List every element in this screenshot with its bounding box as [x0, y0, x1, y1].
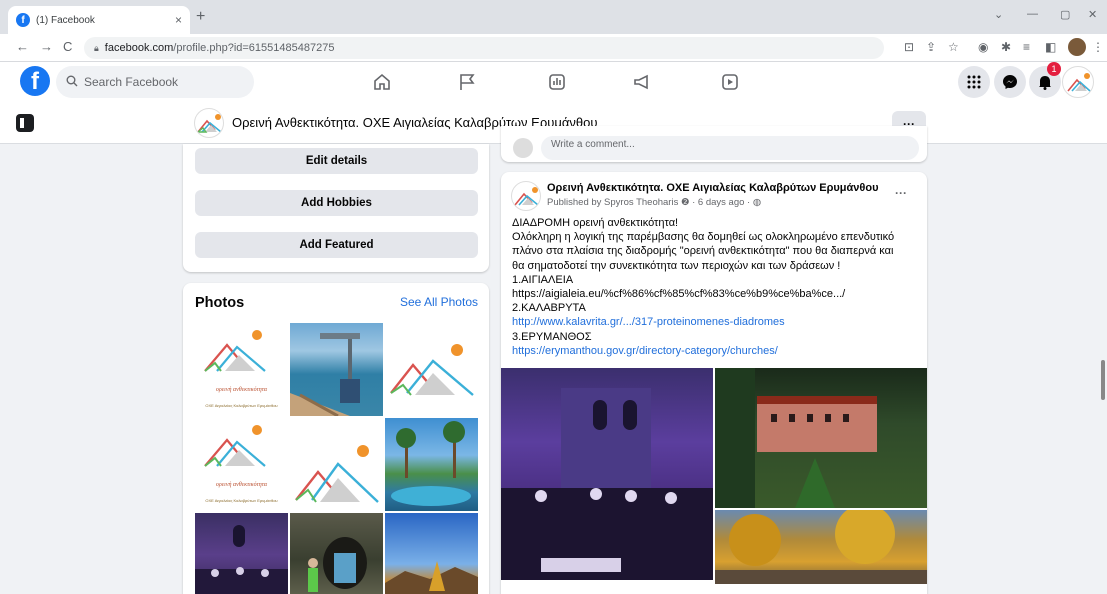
- tab-close-icon[interactable]: ×: [175, 13, 182, 27]
- browser-profile-avatar[interactable]: [1068, 38, 1086, 56]
- reload-button[interactable]: C: [63, 39, 72, 54]
- photo-caption-1: ορεινή ανθεκτικότητα: [215, 387, 268, 393]
- facebook-favicon-icon: f: [16, 13, 30, 27]
- home-icon[interactable]: [370, 70, 394, 94]
- photo-beach-chair[interactable]: [290, 323, 383, 416]
- add-featured-button[interactable]: Add Featured: [195, 232, 478, 258]
- window-maximize-button[interactable]: ▢: [1060, 8, 1070, 21]
- photo-logo-3[interactable]: ορεινή ανθεκτικότητα ΟΧΕ Αιγιαλείας Καλα…: [195, 418, 288, 511]
- photo-train-tunnel[interactable]: [290, 513, 383, 594]
- post-author-avatar[interactable]: [511, 181, 541, 211]
- photos-heading: Photos: [195, 295, 245, 311]
- facebook-header: f Search Facebook: [0, 62, 1107, 102]
- previous-post-comment-card: Write a comment...: [501, 126, 927, 162]
- photo-logo-1[interactable]: ορεινή ανθεκτικότητα ΟΧΕ Αιγιαλείας Καλα…: [195, 323, 288, 416]
- post-line: ΔΙΑΔΡΟΜΗ ορεινή ανθεκτικότητα!: [512, 217, 679, 229]
- photo-logo-4[interactable]: [290, 418, 383, 511]
- ads-icon[interactable]: [545, 70, 569, 94]
- post-meta: Published by Spyros Theoharis ❷ · 6 days…: [547, 197, 762, 208]
- post-line: θα σηματοδοτεί την συνεκτικότητα των περ…: [512, 259, 841, 272]
- post-photo-autumn[interactable]: [715, 510, 927, 584]
- sidebar-toggle-icon[interactable]: [16, 114, 34, 132]
- post-line: Ολόκληρη η λογική της παρέμβασης θα δομη…: [512, 231, 895, 244]
- messenger-icon[interactable]: [994, 66, 1026, 98]
- video-icon[interactable]: [718, 70, 742, 94]
- side-panel-icon[interactable]: ◧: [1045, 40, 1056, 54]
- photo-autumn-mountain[interactable]: [385, 513, 478, 594]
- photo-caption-3: ορεινή ανθεκτικότητα: [215, 482, 268, 488]
- profile-logo-avatar[interactable]: [194, 108, 224, 138]
- post-photo-concert[interactable]: [501, 368, 713, 580]
- photo-logo-2[interactable]: [385, 323, 478, 416]
- browser-toolbar: ← → C 🔒︎ facebook.com /profile.php?id=61…: [0, 34, 1107, 62]
- extension-icon[interactable]: ◉: [978, 40, 988, 54]
- lock-icon: 🔒︎: [94, 42, 99, 53]
- browser-tab-bar: f (1) Facebook × + ⌄ — ▢ ✕: [0, 0, 1107, 34]
- browser-tab[interactable]: f (1) Facebook ×: [8, 6, 190, 34]
- forward-button[interactable]: →: [40, 39, 53, 54]
- see-all-photos-link[interactable]: See All Photos: [400, 295, 478, 309]
- flag-icon[interactable]: [455, 70, 479, 94]
- google-lens-icon[interactable]: ⊡: [904, 40, 914, 54]
- post-line: 2.ΚΑΛΑΒΡΥΤΑ: [512, 302, 586, 315]
- post-body: ΔΙΑΔΡΟΜΗ ορεινή ανθεκτικότητα! Ολόκληρη …: [512, 216, 920, 358]
- puzzle-extensions-icon[interactable]: ✱: [1001, 40, 1011, 54]
- share-icon[interactable]: ⇪: [926, 40, 936, 54]
- account-avatar[interactable]: [1062, 66, 1094, 98]
- url-host: facebook.com: [104, 42, 174, 54]
- post-card: Ορεινή Ανθεκτικότητα. ΟΧΕ Αιγιαλείας Καλ…: [501, 172, 927, 594]
- search-icon: [66, 75, 78, 90]
- post-more-button[interactable]: ···: [895, 186, 907, 200]
- facebook-search-input[interactable]: Search Facebook: [56, 66, 254, 98]
- post-line: https://aigialeia.eu/%cf%86%cf%85%cf%83%…: [512, 288, 846, 301]
- window-close-button[interactable]: ✕: [1088, 8, 1097, 21]
- search-placeholder: Search Facebook: [84, 75, 179, 89]
- tab-title: (1) Facebook: [36, 14, 95, 26]
- url-path: /profile.php?id=61551485487275: [173, 42, 335, 54]
- menu-grid-icon[interactable]: [958, 66, 990, 98]
- bookmark-star-icon[interactable]: ☆: [948, 40, 959, 54]
- window-minimize-button[interactable]: —: [1027, 8, 1038, 20]
- address-bar[interactable]: 🔒︎ facebook.com /profile.php?id=61551485…: [84, 37, 884, 59]
- notification-badge: 1: [1047, 62, 1061, 76]
- post-line: πλάνο στα πλαίσια της διαδρομής "ορεινή …: [512, 245, 894, 258]
- photo-caption-2: ΟΧΕ Αιγιαλείας Καλαβρύτων Ερυμάνθου: [205, 403, 278, 408]
- kalavrita-link[interactable]: http://www.kalavrita.gr/.../317-proteino…: [512, 315, 920, 329]
- reading-list-icon[interactable]: ≡: [1023, 40, 1030, 54]
- photo-caption-4: ΟΧΕ Αιγιαλείας Καλαβρύτων Ερυμάνθου: [205, 498, 278, 503]
- comment-input[interactable]: Write a comment...: [541, 136, 919, 160]
- intro-card: Edit details Add Hobbies Add Featured: [183, 144, 489, 272]
- post-photo-monastery[interactable]: [715, 368, 927, 508]
- post-line: 1.ΑΙΓΙΑΛΕΙΑ: [512, 273, 574, 286]
- browser-menu-icon[interactable]: ⋮: [1092, 40, 1104, 54]
- photo-concert-church[interactable]: [195, 513, 288, 594]
- photos-card: Photos See All Photos ορεινή ανθεκτικότη…: [183, 283, 489, 594]
- megaphone-icon[interactable]: [630, 70, 654, 94]
- facebook-logo-icon[interactable]: f: [20, 66, 50, 96]
- back-button[interactable]: ←: [16, 39, 29, 54]
- edit-details-button[interactable]: Edit details: [195, 148, 478, 174]
- post-line: 3.ΕΡΥΜΑΝΘΟΣ: [512, 330, 592, 343]
- photo-palm-pool[interactable]: [385, 418, 478, 511]
- erymanthou-link[interactable]: https://erymanthou.gov.gr/directory-cate…: [512, 344, 920, 358]
- comment-avatar: [513, 138, 533, 158]
- new-tab-button[interactable]: +: [196, 8, 205, 26]
- add-hobbies-button[interactable]: Add Hobbies: [195, 190, 478, 216]
- tab-search-chevron-icon[interactable]: ⌄: [994, 8, 1003, 21]
- post-author-name[interactable]: Ορεινή Ανθεκτικότητα. ΟΧΕ Αιγιαλείας Καλ…: [547, 182, 879, 194]
- page-scrollbar[interactable]: [1101, 360, 1105, 400]
